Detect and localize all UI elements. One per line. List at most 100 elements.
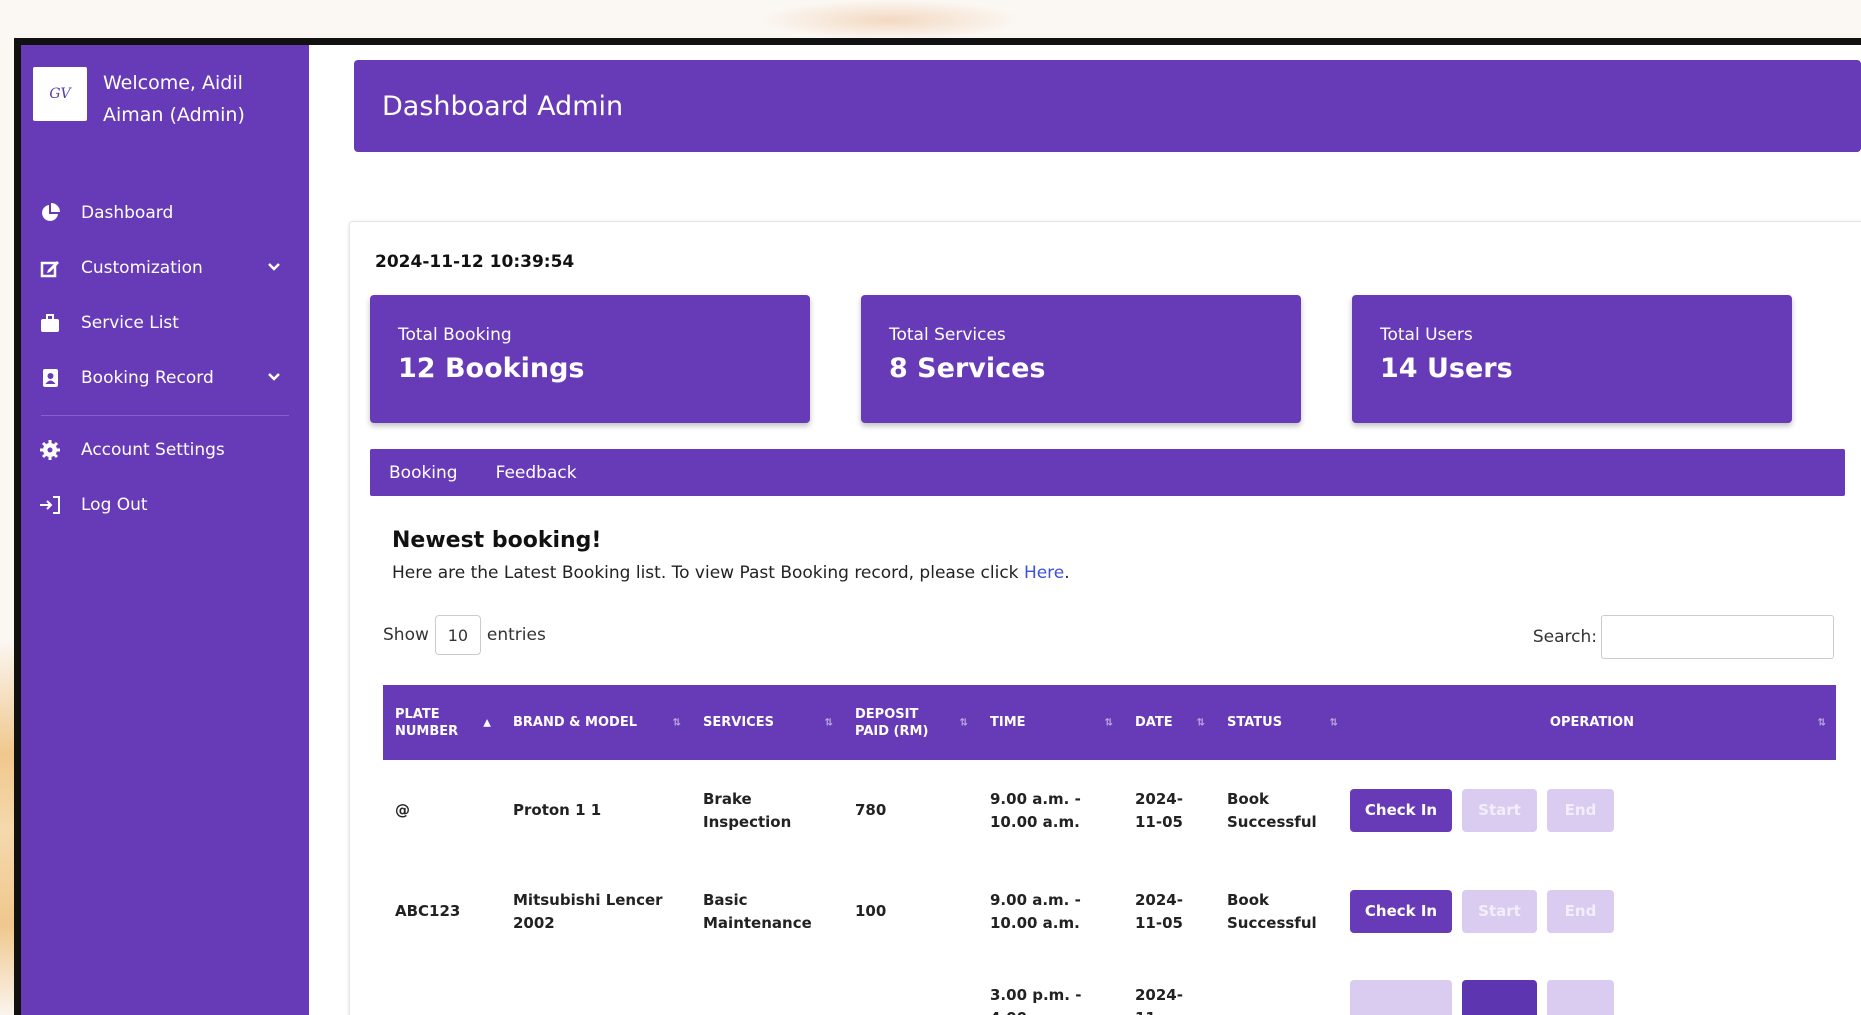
briefcase-icon (39, 312, 61, 334)
start-button[interactable] (1462, 980, 1537, 1015)
header-label: STATUS (1227, 715, 1283, 730)
stat-label: Total Users (1380, 325, 1473, 345)
cell-date: 2024-11-05 (1135, 789, 1183, 831)
sort-icon: ⇅ (1817, 717, 1826, 728)
sidebar-item-label: Customization (81, 257, 203, 278)
column-header-brand[interactable]: BRAND & MODEL ⇅ (501, 685, 691, 760)
background-decoration (760, 0, 1020, 40)
section-description: Here are the Latest Booking list. To vie… (392, 563, 1070, 583)
stat-label: Total Booking (398, 325, 512, 345)
start-button[interactable]: Start (1462, 890, 1537, 933)
cell-service (691, 962, 843, 1015)
sidebar-item-customization[interactable]: Customization (21, 240, 309, 295)
chevron-down-icon (267, 260, 281, 276)
search-control: Search: (1533, 615, 1834, 659)
column-header-deposit[interactable]: DEPOSIT PAID (RM) ⇅ (843, 685, 978, 760)
cell-operation (1348, 962, 1836, 1015)
cell-brand (501, 962, 691, 1015)
end-button[interactable] (1547, 980, 1614, 1015)
chevron-down-icon (267, 370, 281, 386)
cell-plate: @ (395, 801, 410, 819)
cell-deposit (843, 962, 978, 1015)
page-header: Dashboard Admin (354, 60, 1861, 152)
cell-status (1215, 962, 1348, 1015)
current-timestamp: 2024-11-12 10:39:54 (375, 252, 575, 272)
tab-feedback[interactable]: Feedback (477, 463, 596, 483)
sidebar-item-booking-record[interactable]: Booking Record (21, 350, 309, 405)
column-header-date[interactable]: DATE ⇅ (1123, 685, 1215, 760)
sort-icon: ⇅ (1196, 717, 1205, 728)
sidebar-divider (41, 415, 289, 416)
entries-label: entries (486, 625, 546, 645)
table-row: @ Proton 1 1 Brake Inspection 780 9.00 a… (383, 760, 1836, 861)
cell-status: Book Successful (1227, 789, 1317, 831)
gear-icon (39, 439, 61, 461)
start-button[interactable]: Start (1462, 789, 1537, 832)
column-header-operation[interactable]: OPERATION ⇅ (1348, 685, 1836, 760)
cell-service: Basic Maintenance (703, 890, 812, 932)
column-header-plate[interactable]: PLATE NUMBER ▲ (383, 685, 501, 760)
stat-total-users: Total Users 14 Users (1352, 295, 1792, 423)
cell-service: Brake Inspection (703, 789, 792, 831)
cell-time: 9.00 a.m. - 10.00 a.m. (990, 789, 1081, 831)
column-header-services[interactable]: SERVICES ⇅ (691, 685, 843, 760)
page-title: Dashboard Admin (382, 90, 624, 122)
past-booking-link[interactable]: Here (1024, 563, 1064, 583)
header-label: PLATE NUMBER (395, 706, 459, 739)
sidebar-item-dashboard[interactable]: Dashboard (21, 185, 309, 240)
check-in-button[interactable]: Check In (1350, 789, 1452, 832)
logout-icon (39, 494, 61, 516)
sidebar-item-label: Booking Record (81, 367, 214, 388)
description-text: Here are the Latest Booking list. To vie… (392, 563, 1019, 583)
entries-control: Show 10 entries (383, 615, 546, 655)
sidebar-item-label: Account Settings (81, 439, 225, 460)
check-in-button[interactable]: Check In (1350, 890, 1452, 933)
check-in-button-disabled[interactable] (1350, 980, 1452, 1015)
contact-book-icon (39, 367, 61, 389)
cell-brand: Mitsubishi Lencer 2002 (513, 890, 663, 932)
end-button[interactable]: End (1547, 890, 1614, 933)
sidebar-item-service-list[interactable]: Service List (21, 295, 309, 350)
sidebar-item-account-settings[interactable]: Account Settings (21, 422, 309, 477)
profile: GV Welcome, Aidil Aiman (Admin) (33, 67, 273, 131)
sort-icon: ⇅ (1104, 717, 1113, 728)
cell-deposit: 100 (855, 902, 887, 920)
show-label: Show (383, 625, 429, 645)
header-label: BRAND & MODEL (513, 715, 637, 730)
cell-date: 2024-11-05 (1135, 890, 1183, 932)
sort-icon: ⇅ (824, 717, 833, 728)
entries-select[interactable]: 10 (434, 615, 481, 655)
section-title: Newest booking! (392, 528, 602, 553)
content-tabs: Booking Feedback (370, 449, 1845, 496)
dashboard-card: 2024-11-12 10:39:54 Total Booking 12 Boo… (349, 221, 1861, 1015)
sidebar-item-label: Log Out (81, 494, 148, 515)
dashboard-icon (39, 202, 61, 224)
stat-value: 14 Users (1380, 353, 1513, 384)
sidebar: GV Welcome, Aidil Aiman (Admin) Dashboar… (21, 45, 309, 1015)
column-header-time[interactable]: TIME ⇅ (978, 685, 1123, 760)
cell-plate: ABC123 (395, 902, 461, 920)
cell-time: 3.00 p.m. - 4.00 (990, 986, 1082, 1015)
sidebar-item-label: Dashboard (81, 202, 174, 223)
cell-deposit: 780 (855, 801, 887, 819)
bookings-table: PLATE NUMBER ▲ BRAND & MODEL ⇅ SERVICES ⇅ D… (383, 685, 1836, 1015)
sidebar-item-log-out[interactable]: Log Out (21, 477, 309, 532)
header-label: DATE (1135, 715, 1173, 730)
cell-operation: Check In Start End (1348, 760, 1836, 861)
sort-icon: ⇅ (1329, 717, 1338, 728)
column-header-status[interactable]: STATUS ⇅ (1215, 685, 1348, 760)
cell-brand: Proton 1 1 (513, 801, 602, 819)
edit-icon (39, 257, 61, 279)
header-label: TIME (990, 715, 1026, 730)
search-label: Search: (1532, 627, 1597, 647)
brand-logo: GV (33, 67, 87, 121)
search-input[interactable] (1601, 615, 1834, 659)
cell-plate (383, 962, 501, 1015)
sidebar-nav: Dashboard Customization Service List Boo… (21, 185, 309, 532)
table-row: ABC123 Mitsubishi Lencer 2002 Basic Main… (383, 861, 1836, 962)
end-button[interactable]: End (1547, 789, 1614, 832)
sort-asc-icon: ▲ (483, 717, 491, 728)
sidebar-item-label: Service List (81, 312, 179, 333)
tab-booking[interactable]: Booking (370, 463, 477, 483)
cell-date: 2024-11- (1135, 986, 1183, 1015)
